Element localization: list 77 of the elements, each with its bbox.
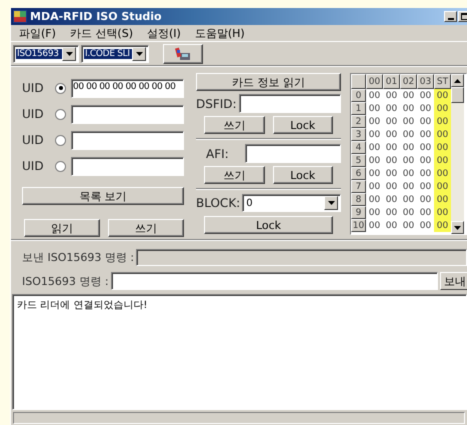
- lock-button[interactable]: Lock: [272, 116, 333, 134]
- row-header: 4: [351, 141, 366, 154]
- menu-item[interactable]: 파일(F): [13, 26, 62, 40]
- write-button[interactable]: 쓰기: [108, 219, 184, 237]
- uid-field[interactable]: [71, 104, 184, 124]
- minimize-button[interactable]: [444, 11, 457, 22]
- send-button[interactable]: 보내: [440, 272, 467, 290]
- radio-button[interactable]: [55, 108, 66, 120]
- grid-cell: 00: [434, 141, 451, 154]
- dropdown-arrow-icon: [66, 52, 72, 56]
- afi-label: AFI:: [205, 146, 230, 160]
- reader-button[interactable]: [163, 44, 203, 64]
- column-header: 01: [383, 74, 400, 89]
- row-header: 2: [351, 115, 366, 128]
- scroll-down-icon[interactable]: [454, 226, 461, 230]
- menu-item[interactable]: 카드 선택(S): [64, 26, 139, 40]
- row-header: 0: [351, 89, 366, 102]
- row-header: 7: [351, 180, 366, 193]
- write-button[interactable]: 쓰기: [204, 166, 264, 184]
- column-header: 02: [400, 74, 417, 89]
- read-card-info-button[interactable]: 카드 정보 읽기: [196, 73, 341, 91]
- dropdown-arrow-icon: [328, 201, 334, 205]
- block-label: BLOCK:: [196, 196, 240, 210]
- lock-button[interactable]: Lock: [204, 216, 333, 234]
- window-title: MDA-RFID ISO Studio: [30, 10, 163, 23]
- uid-label: UID: [22, 81, 45, 95]
- block-dropdown[interactable]: 0: [242, 194, 341, 212]
- app-icon: [13, 10, 27, 23]
- row-header: 5: [351, 154, 366, 167]
- radio-button[interactable]: [55, 160, 66, 172]
- row-header: 10: [351, 219, 366, 232]
- menu-item[interactable]: 설정(I): [140, 26, 187, 40]
- log-message: 카드 리더에 연결되었습니다!: [17, 300, 148, 311]
- row-header: 8: [351, 193, 366, 206]
- menu-item[interactable]: 도움말(H): [188, 26, 251, 40]
- read-button[interactable]: 읽기: [24, 219, 100, 237]
- radio-button[interactable]: [55, 82, 66, 94]
- grid-cell: 00: [434, 154, 451, 167]
- column-header: ST: [434, 74, 451, 89]
- card-type-dropdown[interactable]: I.CODE SLI: [81, 44, 149, 62]
- list-button[interactable]: 목록 보기: [22, 187, 184, 205]
- scroll-thumb[interactable]: [451, 87, 464, 103]
- grid-cell: 00: [434, 128, 451, 141]
- column-header: 00: [366, 74, 383, 89]
- grid-cell: 00: [434, 206, 451, 219]
- command-label: ISO15693 명령 :: [22, 274, 109, 288]
- uid-label: UID: [22, 107, 45, 121]
- command-field[interactable]: [110, 272, 438, 290]
- grid-cell: 00: [434, 89, 451, 102]
- scroll-up-icon[interactable]: [454, 78, 461, 82]
- uid-label: UID: [22, 133, 45, 147]
- sent-command-label: 보낸 ISO15693 명령 :: [22, 250, 134, 265]
- grid-cell: 00: [434, 102, 451, 115]
- column-header: 03: [417, 74, 434, 89]
- uid-label: UID: [22, 159, 45, 173]
- uid-field[interactable]: [71, 130, 184, 150]
- card-reader-icon: [175, 46, 191, 60]
- lock-button[interactable]: Lock: [272, 166, 333, 184]
- uid-field[interactable]: [71, 156, 184, 176]
- row-header: 6: [351, 167, 366, 180]
- grid-cell: 00: [434, 193, 451, 206]
- grid-cell: 00: [434, 180, 451, 193]
- row-header: 1: [351, 102, 366, 115]
- grid-cell: 00: [434, 115, 451, 128]
- grid-cell: 00: [434, 167, 451, 180]
- dropdown-arrow-icon: [136, 52, 142, 56]
- dsfid-label: DSFID:: [196, 96, 237, 110]
- write-button[interactable]: 쓰기: [204, 116, 264, 134]
- row-header: 9: [351, 206, 366, 219]
- grid-cell: 00: [434, 219, 451, 232]
- radio-button[interactable]: [55, 134, 66, 146]
- uid-field[interactable]: 00 00 00 00 00 00 00 00: [71, 78, 184, 98]
- scrollbar[interactable]: [451, 74, 464, 234]
- protocol-dropdown[interactable]: ISO15693: [13, 44, 79, 62]
- row-header: 3: [351, 128, 366, 141]
- dsfid-field[interactable]: [238, 94, 341, 113]
- afi-field[interactable]: [244, 144, 341, 163]
